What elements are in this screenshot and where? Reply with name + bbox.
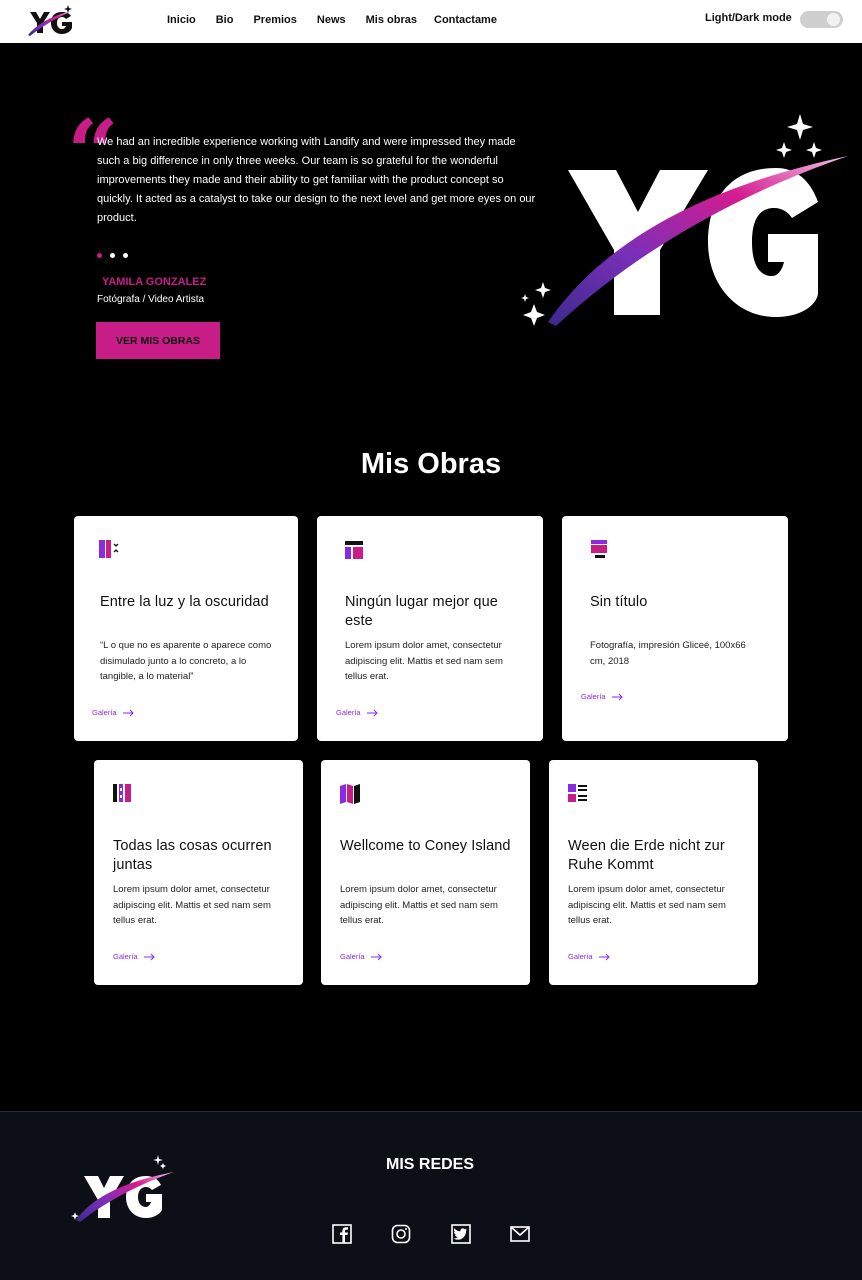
- layout-icon: [345, 541, 363, 559]
- list-icon: [568, 784, 587, 802]
- card-galeria-link[interactable]: Galería: [340, 952, 383, 961]
- card-title: Entre la luz y la oscuridad: [100, 594, 269, 610]
- nav-link-bio[interactable]: Bio: [216, 14, 234, 26]
- columns-icon: [99, 540, 119, 558]
- card-title: Ween die Erde nicht zur Ruhe Kommt: [568, 838, 725, 873]
- mode-switcher: Light/Dark mode: [705, 11, 843, 28]
- facebook-icon[interactable]: [332, 1224, 352, 1244]
- card-description: “L o que no es aparente o aparece como d…: [100, 640, 272, 682]
- card-link-label: Galería: [113, 952, 138, 961]
- obra-card: Entre la luz y la oscuridad “L o que no …: [74, 516, 298, 741]
- arrow-right-icon: [143, 953, 155, 960]
- nav-link-inicio[interactable]: Inicio: [167, 14, 196, 26]
- nav-link-contactame[interactable]: Contactame: [434, 14, 497, 26]
- carousel-dots: [97, 253, 128, 258]
- card-description: Lorem ipsum dolor amet, consectetur adip…: [345, 640, 503, 682]
- ver-mis-obras-button[interactable]: VER MIS OBRAS: [96, 322, 220, 359]
- nav-link-news[interactable]: News: [317, 14, 346, 26]
- card-galeria-link[interactable]: Galería: [113, 952, 156, 961]
- instagram-icon[interactable]: [391, 1224, 411, 1244]
- nav-link-premios[interactable]: Premios: [253, 14, 296, 26]
- author-name: YAMILA GONZALEZ: [102, 276, 207, 288]
- nav-links: Inicio Bio Premios News Mis obras Contac…: [167, 14, 517, 26]
- map-icon: [340, 784, 360, 804]
- arrow-right-icon: [366, 709, 378, 716]
- footer-title: MIS REDES: [386, 1156, 475, 1173]
- arrow-right-icon: [611, 693, 623, 700]
- card-link-label: Galería: [336, 708, 361, 717]
- footer: MIS REDES: [0, 1111, 862, 1280]
- card-galeria-link[interactable]: Galería: [568, 952, 611, 961]
- card-link-label: Galería: [568, 952, 593, 961]
- card-description: Lorem ipsum dolor amet, consectetur adip…: [340, 884, 498, 926]
- card-galeria-link[interactable]: Galería: [336, 708, 379, 717]
- card-description: Lorem ipsum dolor amet, consectetur adip…: [113, 884, 271, 926]
- window-icon: [591, 540, 607, 558]
- obra-card: Ween die Erde nicht zur Ruhe Kommt Lorem…: [549, 760, 758, 985]
- card-description: Fotografía, impresión Gliceé, 100x66 cm,…: [590, 640, 746, 667]
- carousel-dot-3[interactable]: [123, 253, 128, 258]
- arrow-right-icon: [122, 709, 134, 716]
- card-title: Ningún lugar mejor que este: [345, 594, 498, 629]
- twitter-icon[interactable]: [451, 1224, 471, 1244]
- navbar: Inicio Bio Premios News Mis obras Contac…: [0, 0, 862, 43]
- section-title: Mis Obras: [360, 448, 502, 480]
- footer-yg-logo[interactable]: [70, 1154, 175, 1224]
- toggle-knob: [827, 13, 840, 26]
- card-link-label: Galería: [92, 708, 117, 717]
- card-description: Lorem ipsum dolor amet, consectetur adip…: [568, 884, 726, 926]
- mode-label: Light/Dark mode: [705, 12, 792, 24]
- arrow-right-icon: [370, 953, 382, 960]
- mail-icon[interactable]: [510, 1224, 530, 1244]
- card-galeria-link[interactable]: Galería: [581, 692, 624, 701]
- card-title: Wellcome to Coney Island: [340, 838, 511, 854]
- yg-logo[interactable]: [24, 3, 76, 39]
- obra-card: Sin título Fotografía, impresión Gliceé,…: [562, 516, 788, 741]
- carousel-dot-2[interactable]: [110, 253, 115, 258]
- card-title: Todas las cosas ocurren juntas: [113, 838, 272, 873]
- arrow-right-icon: [598, 953, 610, 960]
- testimonial-text: We had an incredible experience working …: [97, 136, 536, 224]
- panels-icon: [113, 784, 131, 802]
- card-galeria-link[interactable]: Galería: [92, 708, 135, 717]
- carousel-dot-1[interactable]: [97, 253, 102, 258]
- nav-link-mis-obras[interactable]: Mis obras: [366, 14, 417, 26]
- author-role: Fotógrafa / Video Artista: [97, 294, 205, 305]
- obra-card: Todas las cosas ocurren juntas Lorem ips…: [94, 760, 303, 985]
- card-link-label: Galería: [340, 952, 365, 961]
- card-link-label: Galería: [581, 692, 606, 701]
- card-title: Sin título: [590, 594, 648, 610]
- dark-mode-toggle[interactable]: [800, 11, 843, 28]
- hero-yg-logo: [521, 114, 848, 326]
- obra-card: Ningún lugar mejor que este Lorem ipsum …: [317, 516, 543, 741]
- obra-card: Wellcome to Coney Island Lorem ipsum dol…: [321, 760, 530, 985]
